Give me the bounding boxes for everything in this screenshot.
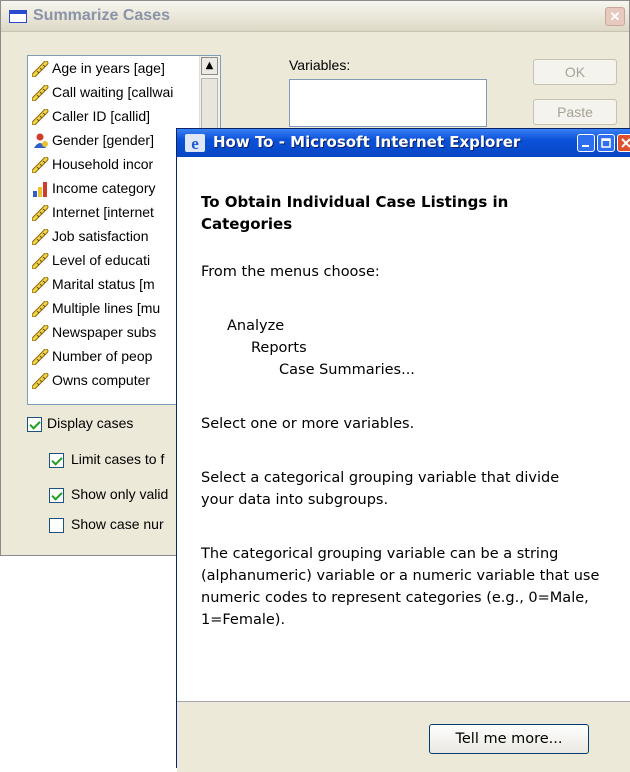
scale-ruler-icon [31, 108, 49, 126]
scale-ruler-icon [31, 372, 49, 390]
dialog-window-icon [9, 10, 27, 23]
variable-label: Job satisfaction [52, 228, 149, 244]
menus-intro-text: From the menus choose: [201, 264, 380, 280]
scale-ruler-icon [31, 252, 49, 270]
scale-ruler-icon [31, 60, 49, 78]
menu-path-case-summaries: Case Summaries... [279, 362, 415, 378]
display-cases-label: Display cases [47, 415, 134, 431]
variable-label: Marital status [m [52, 276, 155, 292]
scale-ruler-icon [31, 324, 49, 342]
close-icon[interactable] [617, 134, 630, 152]
variable-label: Age in years [age] [52, 60, 165, 76]
show-valid-label: Show only valid [71, 486, 169, 502]
menu-path-reports: Reports [251, 340, 307, 356]
scroll-up-icon[interactable]: ▲ [201, 57, 218, 75]
tell-me-more-button[interactable]: Tell me more... [429, 724, 589, 754]
variables-target-list[interactable] [289, 79, 487, 127]
scale-ruler-icon [31, 84, 49, 102]
close-icon[interactable]: ✕ [605, 7, 625, 26]
help-heading: To Obtain Individual Case Listings in Ca… [201, 193, 509, 233]
internet-explorer-icon: e [185, 134, 205, 152]
nominal-person-icon [32, 132, 49, 148]
variable-label: Newspaper subs [52, 324, 157, 340]
how-to-window: e How To - Microsoft Internet Explorer T… [176, 128, 630, 772]
help-content-pane: To Obtain Individual Case Listings in Ca… [177, 157, 630, 707]
show-case-numbers-checkbox[interactable] [49, 518, 64, 533]
minimize-icon[interactable] [577, 134, 595, 152]
variable-list-item[interactable]: Caller ID [callid] [28, 104, 220, 128]
scale-ruler-icon [31, 228, 49, 246]
show-valid-checkbox[interactable] [49, 488, 64, 503]
variable-label: Level of educati [52, 252, 151, 268]
limit-cases-checkbox[interactable] [49, 453, 64, 468]
variable-label: Income category [52, 180, 156, 196]
show-case-numbers-label: Show case nur [71, 516, 164, 532]
variables-label: Variables: [289, 57, 351, 73]
variable-label: Household incor [52, 156, 154, 172]
ordinal-bars-icon [32, 180, 49, 197]
grouping-variable-text: Select a categorical grouping variable t… [201, 470, 560, 508]
scale-ruler-icon [31, 276, 49, 294]
ie-titlebar[interactable]: e How To - Microsoft Internet Explorer [177, 129, 630, 157]
ie-window-title: How To - Microsoft Internet Explorer [213, 133, 521, 151]
select-variables-text: Select one or more variables. [201, 416, 415, 432]
variable-label: Multiple lines [mu [52, 300, 161, 316]
ok-button[interactable]: OK [533, 59, 617, 85]
menu-path-analyze: Analyze [227, 318, 285, 334]
variable-label: Caller ID [callid] [52, 108, 151, 124]
variable-label: Call waiting [callwai [52, 84, 174, 100]
dialog-title: Summarize Cases [33, 7, 170, 24]
scale-ruler-icon [31, 156, 49, 174]
ie-footer: Tell me more... [177, 701, 630, 772]
scale-ruler-icon [31, 348, 49, 366]
svg-text:e: e [191, 134, 199, 152]
variable-list-item[interactable]: Call waiting [callwai [28, 80, 220, 104]
grouping-variable-details-text: The categorical grouping variable can be… [201, 546, 600, 628]
display-cases-checkbox[interactable] [27, 417, 42, 432]
scale-ruler-icon [31, 300, 49, 318]
variable-list-item[interactable]: Age in years [age] [28, 56, 220, 80]
limit-cases-label: Limit cases to f [71, 451, 165, 467]
maximize-icon[interactable] [597, 134, 615, 152]
summarize-titlebar[interactable]: Summarize Cases ✕ [1, 1, 629, 32]
scale-ruler-icon [31, 204, 49, 222]
variable-label: Number of peop [52, 348, 153, 364]
variable-label: Owns computer [52, 372, 151, 388]
variable-label: Gender [gender] [52, 132, 154, 148]
variable-label: Internet [internet [52, 204, 154, 220]
paste-button[interactable]: Paste [533, 99, 617, 125]
